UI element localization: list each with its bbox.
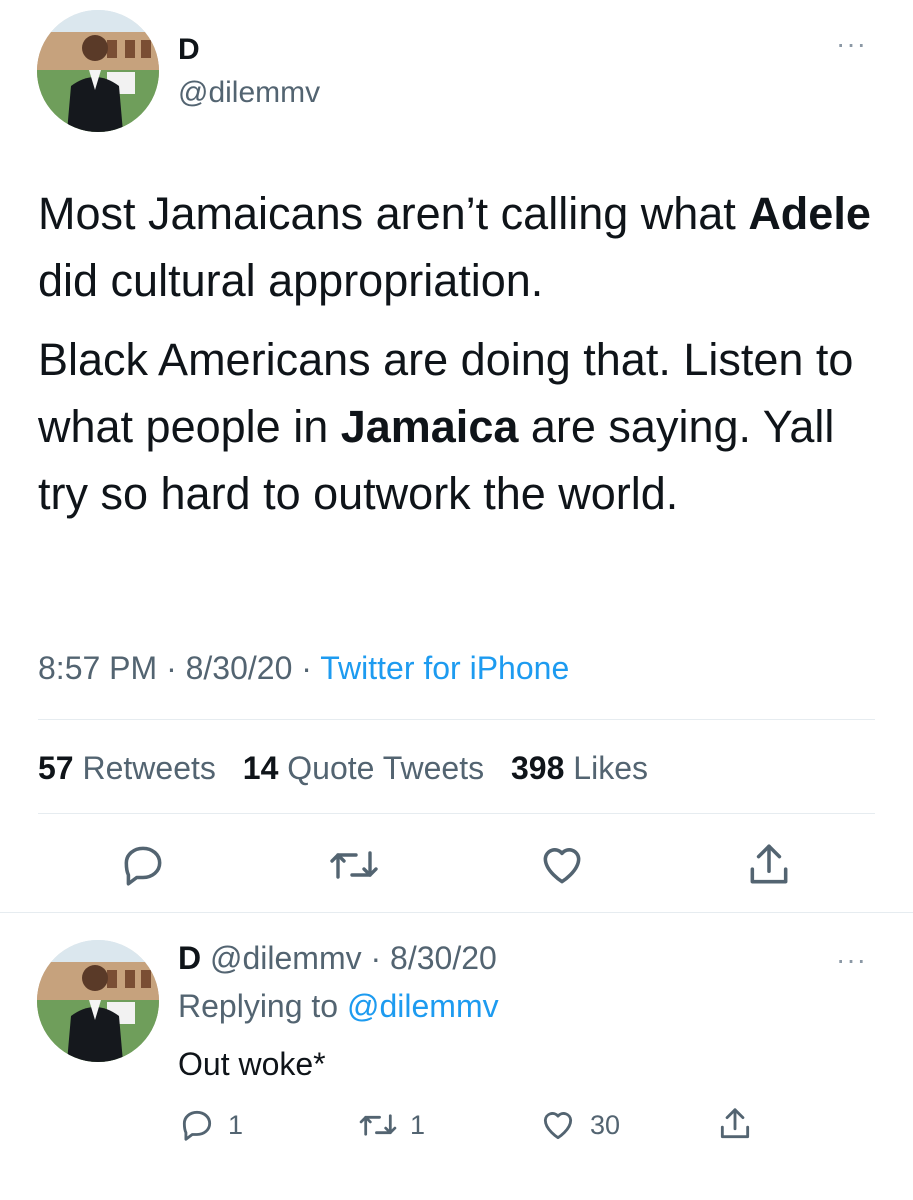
more-options-icon[interactable]: ··· [836,28,867,60]
retweet-button[interactable] [328,840,380,895]
retweets-stat[interactable]: 57 Retweets [38,750,216,786]
tweet-body: Most Jamaicans aren’t calling what Adele… [38,180,888,527]
reply-icon [182,1110,212,1141]
like-icon [543,1112,573,1140]
reply-date[interactable]: 8/30/20 [390,940,497,976]
replying-to-handle-link[interactable]: @dilemmv [347,988,499,1024]
tweet-date[interactable]: 8/30/20 [186,650,293,686]
author-avatar[interactable] [37,10,159,132]
reply-author-name[interactable]: D [178,940,201,976]
bold-jamaica: Jamaica [340,401,519,452]
reply-header: D @dilemmv · 8/30/20 [178,940,497,976]
reply-count: 1 [228,1109,244,1140]
share-icon [750,844,788,884]
like-button[interactable] [536,840,588,895]
author-name[interactable]: D [178,33,200,67]
like-count: 30 [590,1109,621,1140]
reply-author-handle[interactable]: @dilemmv [210,940,362,976]
reply-more-options-icon[interactable]: ··· [836,944,867,976]
retweet-count: 1 [410,1109,426,1140]
quote-tweets-stat[interactable]: 14 Quote Tweets [243,750,484,786]
divider [38,719,875,720]
avatar-image [37,10,159,132]
reply-reply-button[interactable]: 1 [178,1106,243,1144]
reply-author-avatar[interactable] [37,940,159,1062]
retweet-icon [330,851,378,879]
retweet-icon [359,1114,397,1136]
tweet-paragraph-1: Most Jamaicans aren’t calling what Adele… [38,188,871,306]
reply-retweet-button[interactable]: 1 [358,1106,425,1144]
reply-share-button[interactable] [716,1104,754,1144]
reply-like-button[interactable]: 30 [538,1106,620,1144]
tweet-meta: 8:57 PM · 8/30/20 · Twitter for iPhone [38,650,570,686]
reply-body: Out woke* [178,1046,326,1082]
avatar-image [37,940,159,1062]
bold-adele: Adele [748,188,871,239]
divider [38,813,875,814]
reply-button[interactable] [118,840,168,895]
author-handle[interactable]: @dilemmv [178,76,320,110]
share-button[interactable] [744,840,794,895]
tweet-time[interactable]: 8:57 PM [38,650,157,686]
tweet-source-link[interactable]: Twitter for iPhone [320,650,569,686]
tweet-stats: 57 Retweets 14 Quote Tweets 398 Likes [38,750,666,787]
divider [0,912,913,913]
replying-to: Replying to @dilemmv [178,988,499,1024]
reply-icon [124,846,162,886]
like-icon [543,848,581,884]
share-icon [720,1108,750,1139]
tweet-paragraph-2: Black Americans are doing that. Listen t… [38,334,854,519]
likes-stat[interactable]: 398 Likes [511,750,648,786]
